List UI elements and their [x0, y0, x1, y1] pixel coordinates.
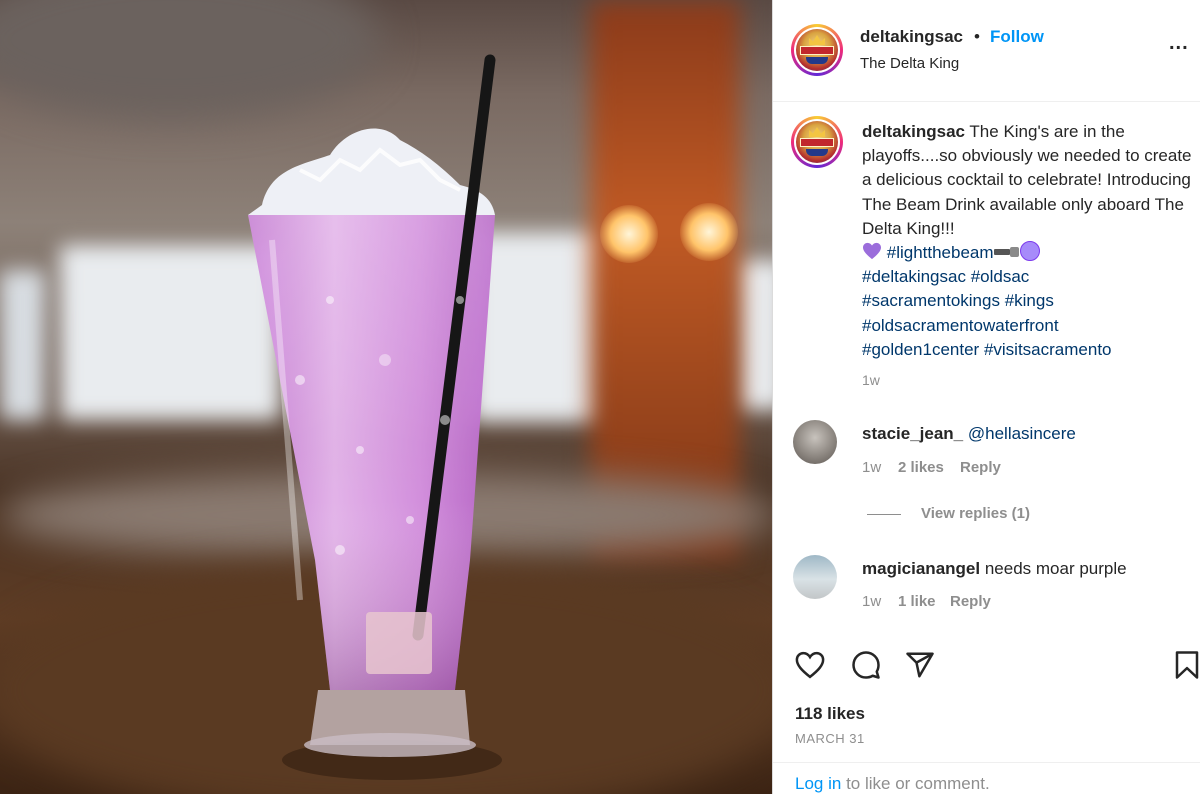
share-icon[interactable] [903, 648, 937, 682]
purple-circle-icon [1019, 241, 1040, 262]
post-date[interactable]: MARCH 31 [795, 731, 865, 746]
login-link[interactable]: Log in [795, 774, 841, 793]
heart-icon[interactable] [793, 648, 827, 682]
hashtag-link[interactable]: #oldsacramentowaterfront [862, 316, 1059, 335]
comment-username[interactable]: stacie_jean_ [862, 424, 963, 443]
commenter-avatar[interactable] [793, 555, 837, 599]
bookmark-icon[interactable] [1170, 648, 1200, 682]
separator-dot: • [974, 27, 980, 46]
purple-heart-icon [863, 242, 881, 260]
more-icon[interactable]: ... [1169, 32, 1189, 55]
hashtag-link[interactable]: #kings [1005, 291, 1054, 310]
post-side-panel: deltakingsac • Follow The Delta King ...… [772, 0, 1200, 794]
caption-author-avatar[interactable] [791, 116, 843, 168]
hashtag-link[interactable]: #visitsacramento [984, 340, 1112, 359]
view-replies-button[interactable]: View replies (1) [921, 505, 1030, 522]
comment-timestamp[interactable]: 1w [862, 593, 881, 610]
reply-button[interactable]: Reply [950, 593, 991, 610]
footer-divider [773, 762, 1200, 763]
hashtag-link[interactable]: #oldsac [971, 267, 1030, 286]
comment-icon[interactable] [849, 648, 883, 682]
login-text: to like or comment. [846, 774, 990, 793]
post-image[interactable] [0, 0, 772, 794]
hashtag-link[interactable]: #golden1center [862, 340, 979, 359]
comment-body: stacie_jean_ @hellasincere [862, 424, 1076, 444]
hashtag-link[interactable]: #deltakingsac [862, 267, 966, 286]
author-username[interactable]: deltakingsac [860, 27, 963, 47]
comment-username[interactable]: magicianangel [862, 559, 980, 578]
reply-button[interactable]: Reply [960, 459, 1001, 476]
post-location[interactable]: The Delta King [860, 55, 959, 72]
header-divider [773, 101, 1200, 102]
comment-text: needs moar purple [984, 559, 1127, 578]
hashtag-link[interactable]: #lightthebeam [887, 243, 994, 262]
delta-king-logo-icon [796, 29, 838, 71]
login-prompt: Log in to like or comment. [795, 774, 990, 794]
comment-timestamp[interactable]: 1w [862, 459, 881, 476]
likes-count[interactable]: 118 likes [795, 704, 865, 724]
delta-king-logo-icon [796, 121, 838, 163]
follow-button[interactable]: Follow [990, 27, 1044, 47]
cocktail-glass [248, 54, 502, 780]
comment-body: magicianangel needs moar purple [862, 559, 1127, 579]
view-replies-line [867, 514, 901, 515]
flashlight-icon [993, 247, 1019, 258]
caption-username[interactable]: deltakingsac [862, 122, 965, 141]
author-avatar[interactable] [791, 24, 843, 76]
comment-likes[interactable]: 1 like [898, 593, 936, 610]
post-caption: deltakingsac The King's are in the playo… [862, 120, 1192, 362]
comment-likes[interactable]: 2 likes [898, 459, 944, 476]
comment-mention[interactable]: @hellasincere [968, 424, 1076, 443]
caption-timestamp[interactable]: 1w [862, 372, 880, 388]
commenter-avatar[interactable] [793, 420, 837, 464]
hashtag-link[interactable]: #sacramentokings [862, 291, 1000, 310]
